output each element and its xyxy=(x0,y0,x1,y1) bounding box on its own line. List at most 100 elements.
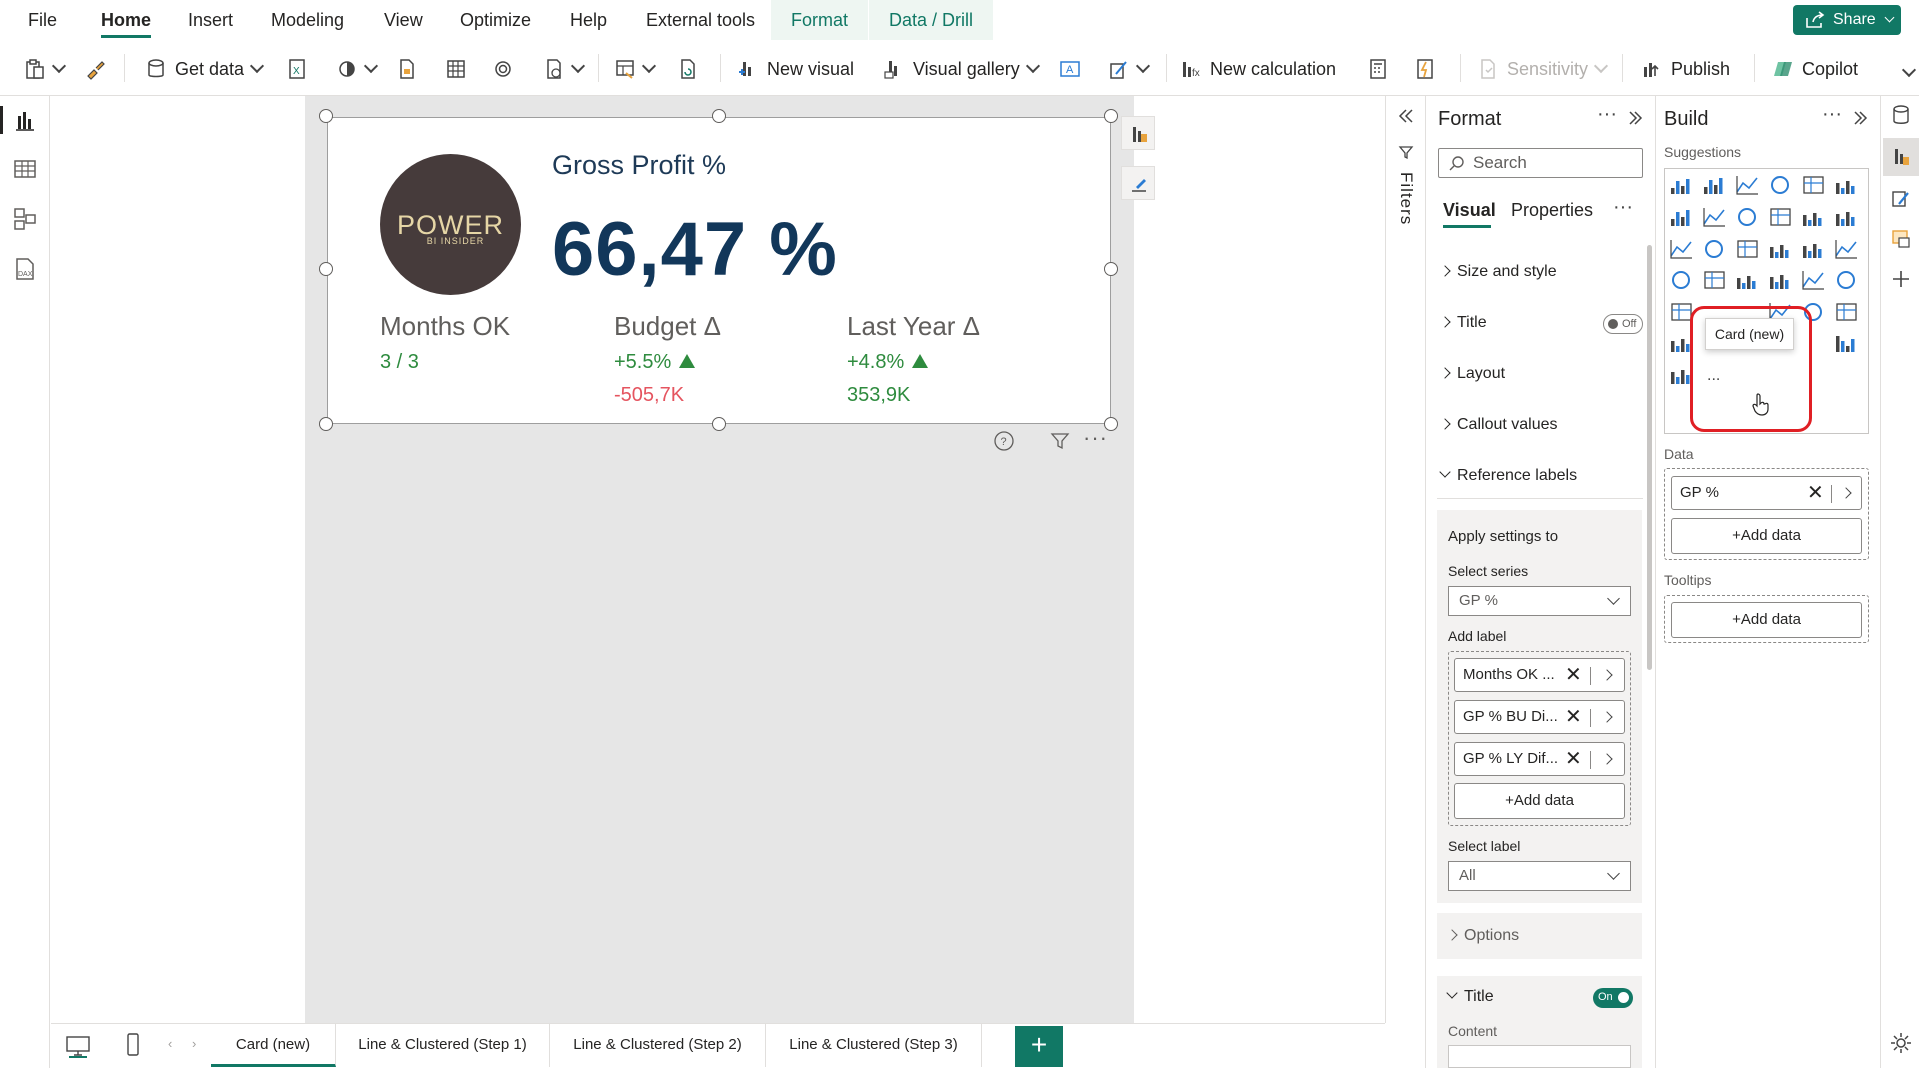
filters-pane-collapsed[interactable]: Filters xyxy=(1385,96,1425,1023)
section-size-and-style[interactable]: Size and style xyxy=(1437,252,1637,292)
section-layout[interactable]: Layout xyxy=(1437,354,1637,394)
format-painter-button[interactable] xyxy=(84,50,106,86)
visual-type-icon[interactable] xyxy=(1837,271,1855,289)
resize-handle[interactable] xyxy=(1104,262,1118,276)
visual-gallery-button[interactable]: Visual gallery xyxy=(883,50,1040,86)
close-icon[interactable]: ✕ xyxy=(1807,477,1824,509)
content-input[interactable] xyxy=(1448,1045,1631,1068)
visual-type-icon[interactable] xyxy=(1771,176,1789,194)
enter-data-button[interactable] xyxy=(445,50,467,86)
copilot-button[interactable]: Copilot xyxy=(1772,50,1858,86)
title-on-toggle[interactable]: On xyxy=(1593,988,1633,1008)
section-options[interactable]: Options xyxy=(1444,916,1644,956)
filter-icon[interactable] xyxy=(1049,430,1071,452)
model-view-icon[interactable] xyxy=(12,206,38,232)
section-callout-values[interactable]: Callout values xyxy=(1437,405,1637,445)
dataverse-button[interactable] xyxy=(492,50,514,86)
visual-type-icon[interactable] xyxy=(1836,336,1855,352)
visual-type-icon[interactable] xyxy=(1736,176,1758,195)
settings-gear-icon[interactable] xyxy=(1890,1032,1912,1054)
resize-handle[interactable] xyxy=(319,417,333,431)
format-pane-icon[interactable] xyxy=(1891,188,1911,210)
add-page-button[interactable]: + xyxy=(1015,1026,1063,1067)
menu-home[interactable]: Home xyxy=(101,0,152,40)
desktop-layout-icon[interactable] xyxy=(65,1034,91,1058)
tab-card-new[interactable]: Card (new) xyxy=(211,1024,336,1067)
resize-handle[interactable] xyxy=(319,109,333,123)
visual-type-icon[interactable] xyxy=(1737,240,1758,258)
section-reference-labels[interactable]: Reference labels xyxy=(1437,456,1637,496)
visual-type-icon[interactable] xyxy=(1671,303,1692,321)
visual-type-icon[interactable] xyxy=(1671,210,1690,226)
select-label-dropdown[interactable]: All xyxy=(1448,861,1631,891)
ribbon-expand-button[interactable] xyxy=(1896,54,1917,90)
visual-type-icon[interactable] xyxy=(1703,208,1725,227)
select-series-dropdown[interactable]: GP % xyxy=(1448,586,1631,616)
report-view-icon[interactable] xyxy=(12,108,38,134)
paste-button[interactable] xyxy=(24,50,67,86)
label-field-gp-ly[interactable]: GP % LY Dif... ✕ xyxy=(1454,742,1625,776)
resize-handle[interactable] xyxy=(712,417,726,431)
visual-type-icon[interactable] xyxy=(1803,176,1824,194)
visual-type-icon[interactable] xyxy=(1671,370,1690,384)
visual-type-icon[interactable] xyxy=(1704,178,1723,194)
menu-optimize[interactable]: Optimize xyxy=(460,0,531,40)
resize-handle[interactable] xyxy=(712,109,726,123)
menu-format[interactable]: Format xyxy=(771,0,869,40)
chevron-right-icon[interactable] xyxy=(1601,711,1613,723)
scroll-right-icon[interactable]: › xyxy=(192,1036,196,1051)
label-field-gp-bu[interactable]: GP % BU Di... ✕ xyxy=(1454,700,1625,734)
bookmarks-icon[interactable] xyxy=(1891,228,1911,250)
menu-file[interactable]: File xyxy=(28,0,57,40)
data-pane-icon[interactable] xyxy=(1891,104,1911,126)
new-visual-button[interactable]: New visual xyxy=(737,50,854,86)
chevron-right-icon[interactable] xyxy=(1601,753,1613,765)
table-view-icon[interactable] xyxy=(12,156,38,182)
menu-view[interactable]: View xyxy=(384,0,423,40)
visual-type-icon[interactable] xyxy=(1770,275,1789,289)
publish-button[interactable]: Publish xyxy=(1641,50,1730,86)
new-measure-button[interactable] xyxy=(1367,50,1389,86)
collapse-right-icon[interactable] xyxy=(1852,110,1868,126)
format-pane-scrollbar[interactable] xyxy=(1647,245,1652,670)
visual-type-icon[interactable] xyxy=(1803,213,1822,226)
build-pane-icon[interactable] xyxy=(1891,146,1911,168)
collapse-left-icon[interactable] xyxy=(1397,108,1415,124)
quick-measure-button[interactable] xyxy=(1414,50,1436,86)
visual-type-icon[interactable] xyxy=(1671,179,1690,194)
tab-visual[interactable]: Visual xyxy=(1443,200,1496,221)
visual-type-icon[interactable] xyxy=(1803,244,1822,258)
visual-type-icon[interactable] xyxy=(1836,212,1855,226)
visual-type-icon[interactable] xyxy=(1836,303,1857,321)
add-pane-icon[interactable] xyxy=(1891,268,1911,290)
visual-type-icon[interactable] xyxy=(1802,271,1824,290)
chevron-right-icon[interactable] xyxy=(1840,487,1852,499)
more-options-icon[interactable]: ··· xyxy=(1597,103,1617,126)
mobile-layout-icon[interactable] xyxy=(125,1032,141,1058)
menu-help[interactable]: Help xyxy=(570,0,607,40)
visual-type-icon[interactable] xyxy=(1770,245,1789,258)
menu-external-tools[interactable]: External tools xyxy=(646,0,755,40)
close-icon[interactable]: ✕ xyxy=(1565,743,1582,775)
onelake-button[interactable] xyxy=(336,50,379,86)
resize-handle[interactable] xyxy=(1104,109,1118,123)
add-tooltip-data-button[interactable]: +Add data xyxy=(1671,602,1862,638)
visual-type-icon[interactable] xyxy=(1704,271,1725,289)
more-options-icon[interactable]: ··· xyxy=(1083,425,1108,451)
sql-button[interactable] xyxy=(396,50,418,86)
close-icon[interactable]: ✕ xyxy=(1565,659,1582,691)
transform-data-button[interactable] xyxy=(614,50,657,86)
visual-type-icon[interactable] xyxy=(1835,240,1857,259)
visual-type-icon[interactable] xyxy=(1705,240,1723,258)
chevron-right-icon[interactable] xyxy=(1601,669,1613,681)
tab-line-clustered-step2[interactable]: Line & Clustered (Step 2) xyxy=(550,1024,766,1067)
data-field-gp[interactable]: GP % ✕ xyxy=(1671,476,1862,510)
help-icon[interactable]: ? xyxy=(993,430,1015,452)
visual-type-icon[interactable] xyxy=(1670,240,1692,259)
visual-type-icon[interactable] xyxy=(1737,276,1756,289)
build-visual-button[interactable] xyxy=(1121,116,1155,150)
more-options-icon[interactable]: ··· xyxy=(1613,196,1633,219)
menu-insert[interactable]: Insert xyxy=(188,0,233,40)
add-data-button[interactable]: +Add data xyxy=(1671,518,1862,554)
more-options-icon[interactable]: ··· xyxy=(1822,103,1842,126)
